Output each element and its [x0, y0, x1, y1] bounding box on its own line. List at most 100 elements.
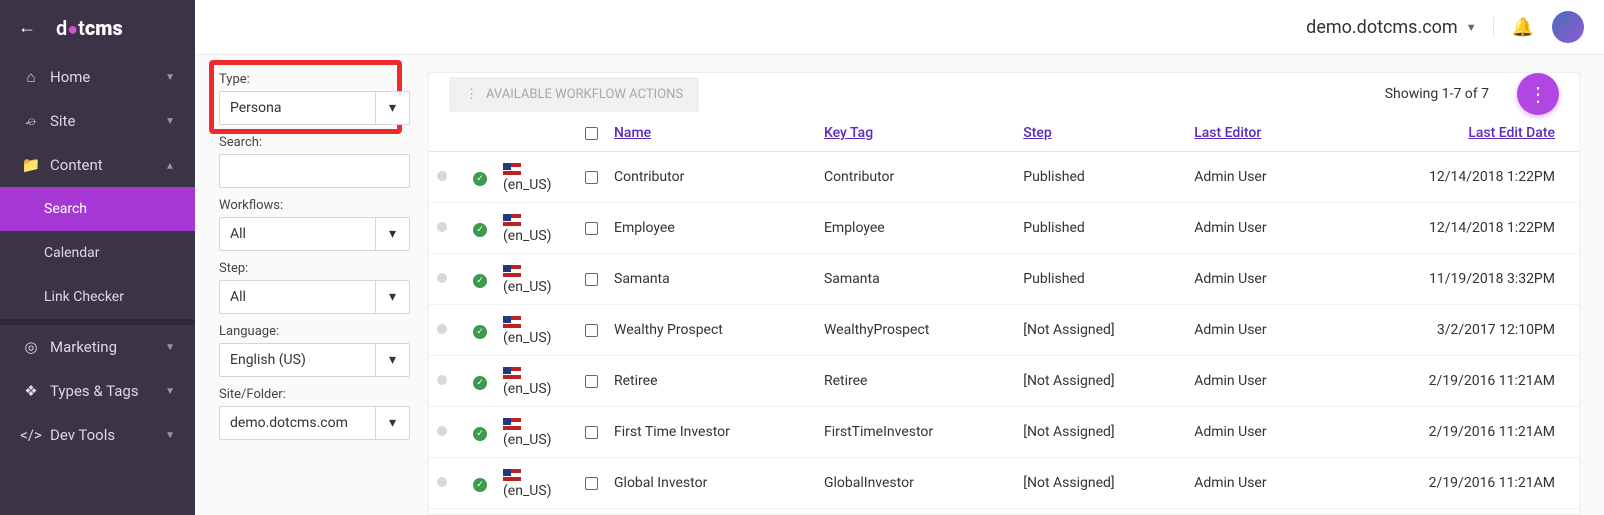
select-all-checkbox[interactable] [585, 127, 598, 140]
us-flag-icon [503, 265, 521, 277]
table-row[interactable]: ✓(en_US)Wealthy ProspectWealthyProspect[… [429, 305, 1579, 356]
sidebar-sub-search[interactable]: Search [0, 187, 195, 231]
workflows-value: All [230, 226, 246, 242]
more-vert-icon: ⋮ [465, 87, 478, 102]
fab-more-button[interactable]: ⋮ [1517, 73, 1559, 115]
chevron-down-icon: ▾ [375, 218, 409, 250]
cell-step: [Not Assigned] [1015, 407, 1186, 458]
chevron-down-icon: ▼ [165, 342, 175, 353]
sidebar-item-label: Types & Tags [50, 382, 165, 400]
tags-icon: ❖ [20, 382, 42, 400]
cell-key-tag: Contributor [816, 152, 1015, 203]
notification-bell-icon[interactable]: 🔔 [1512, 17, 1534, 38]
sidebar-item-devtools[interactable]: </> Dev Tools ▼ [0, 413, 195, 457]
type-label: Type: [219, 72, 410, 87]
step-select[interactable]: All ▾ [219, 280, 410, 314]
published-icon: ✓ [473, 325, 487, 339]
sidebar-sub-calendar[interactable]: Calendar [0, 231, 195, 275]
row-checkbox[interactable] [585, 375, 598, 388]
sidebar-item-types-tags[interactable]: ❖ Types & Tags ▼ [0, 369, 195, 413]
cell-editor: Admin User [1186, 356, 1327, 407]
type-select[interactable]: Persona ▾ [219, 91, 410, 125]
cell-key-tag: FirstTimeInvestor [816, 407, 1015, 458]
cell-name: Retiree [606, 356, 816, 407]
avatar[interactable] [1552, 11, 1584, 43]
sidebar-sub-linkchecker[interactable]: Link Checker [0, 275, 195, 319]
site-icon: ⌮ [20, 112, 42, 130]
table-row[interactable]: ✓(en_US)EmployeeEmployeePublishedAdmin U… [429, 203, 1579, 254]
row-checkbox[interactable] [585, 171, 598, 184]
locale-label: (en_US) [503, 381, 552, 397]
search-input[interactable] [219, 154, 410, 188]
step-value: All [230, 289, 246, 305]
status-dot-icon [437, 324, 447, 334]
table-footer: Showing 1 - 7 of 7 | Pages 1 [429, 509, 1579, 515]
table-row[interactable]: ✓ (en_US) First Time InvestorFirstTimeInve… [429, 407, 1579, 458]
locale-label: (en_US) [503, 228, 552, 244]
table-row[interactable]: ✓(en_US)ContributorContributorPublishedA… [429, 152, 1579, 203]
published-icon: ✓ [473, 478, 487, 492]
cell-date: 12/14/2018 1:22PM [1327, 203, 1579, 254]
workflow-actions-button[interactable]: ⋮ AVAILABLE WORKFLOW ACTIONS [449, 77, 699, 112]
locale-label: (en_US) [503, 330, 552, 346]
cell-editor: Admin User [1186, 254, 1327, 305]
table-row[interactable]: ✓(en_US)RetireeRetiree[Not Assigned]Admi… [429, 356, 1579, 407]
locale-label: (en_US) [503, 432, 552, 448]
col-key-tag[interactable]: Key Tag [824, 125, 873, 141]
sidebar-item-marketing[interactable]: ◎ Marketing ▼ [0, 325, 195, 369]
cell-editor: Admin User [1186, 305, 1327, 356]
workflows-select[interactable]: All ▾ [219, 217, 410, 251]
sidebar-item-label: Dev Tools [50, 426, 165, 444]
sidebar-item-content[interactable]: 📁 Content ▼ [0, 143, 195, 187]
table-toolbar: ⋮ AVAILABLE WORKFLOW ACTIONS Showing 1-7… [429, 73, 1579, 115]
col-last-editor[interactable]: Last Editor [1194, 125, 1261, 141]
cell-editor: Admin User [1186, 407, 1327, 458]
row-checkbox[interactable] [585, 222, 598, 235]
row-checkbox[interactable] [585, 324, 598, 337]
cell-date: 12/14/2018 1:22PM [1327, 152, 1579, 203]
language-select[interactable]: English (US) ▾ [219, 343, 410, 377]
chevron-up-icon: ▼ [165, 160, 175, 171]
cell-name: First Time Investor [606, 407, 816, 458]
cell-key-tag: WealthyProspect [816, 305, 1015, 356]
col-name[interactable]: Name [614, 125, 651, 141]
back-arrow-icon[interactable]: ← [18, 17, 36, 38]
sidebar-item-site[interactable]: ⌮ Site ▼ [0, 99, 195, 143]
sidebar-item-home[interactable]: ⌂ Home ▼ [0, 55, 195, 99]
locale-label: (en_US) [503, 177, 552, 193]
status-dot-icon [437, 273, 447, 283]
workflow-actions-label: AVAILABLE WORKFLOW ACTIONS [486, 87, 683, 102]
site-selector[interactable]: demo.dotcms.com ▼ [1306, 17, 1493, 38]
status-dot-icon [437, 426, 447, 436]
table-row[interactable]: ✓(en_US)Global InvestorGlobalInvestor[No… [429, 458, 1579, 509]
row-checkbox[interactable] [585, 426, 598, 439]
status-dot-icon [437, 477, 447, 487]
us-flag-icon [503, 316, 521, 328]
cell-date: 11/19/2018 3:32PM [1327, 254, 1579, 305]
chevron-down-icon: ▼ [1466, 21, 1477, 34]
published-icon: ✓ [473, 172, 487, 186]
col-last-edit-date[interactable]: Last Edit Date [1468, 125, 1555, 141]
row-checkbox[interactable] [585, 273, 598, 286]
logo-bar: ← d●tcms [0, 0, 195, 55]
cell-step: Published [1015, 152, 1186, 203]
target-icon: ◎ [20, 338, 42, 356]
sidebar-item-label: Content [50, 156, 165, 174]
step-label: Step: [219, 261, 410, 276]
cell-step: [Not Assigned] [1015, 305, 1186, 356]
row-checkbox[interactable] [585, 477, 598, 490]
col-step[interactable]: Step [1023, 125, 1052, 141]
chevron-down-icon: ▾ [375, 92, 409, 124]
showing-text: Showing 1-7 of 7 [1385, 86, 1489, 102]
sidebar-item-label: Home [50, 68, 165, 86]
sitefolder-select[interactable]: demo.dotcms.com ▾ [219, 406, 410, 440]
chevron-down-icon: ▼ [165, 386, 175, 397]
header-bar: demo.dotcms.com ▼ 🔔 [195, 0, 1604, 55]
table-row[interactable]: ✓(en_US)SamantaSamantaPublishedAdmin Use… [429, 254, 1579, 305]
published-icon: ✓ [473, 427, 487, 441]
status-dot-icon [437, 222, 447, 232]
site-selector-label: demo.dotcms.com [1306, 17, 1458, 38]
chevron-down-icon: ▼ [165, 116, 175, 127]
cell-step: Published [1015, 203, 1186, 254]
cell-key-tag: Samanta [816, 254, 1015, 305]
